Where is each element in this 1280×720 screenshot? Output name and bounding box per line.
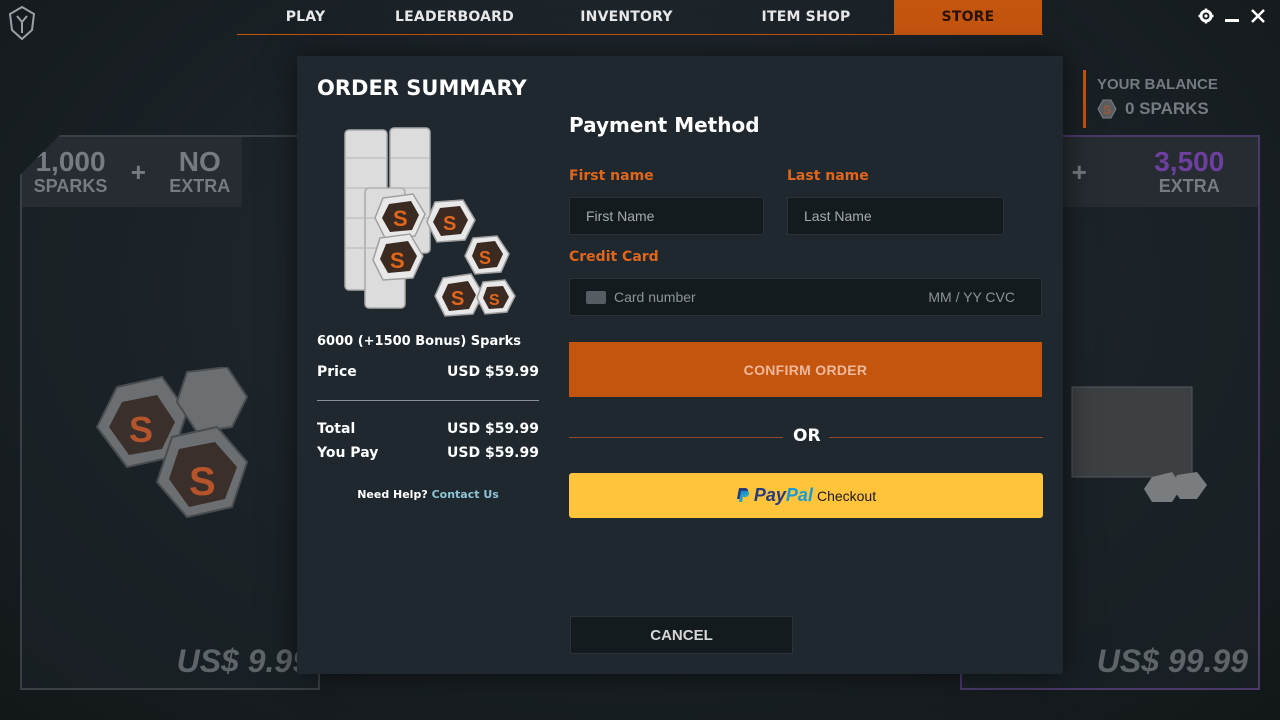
summary-divider [317,400,539,401]
or-divider-right [829,437,1043,438]
card-bonus-unit: EXTRA [1158,175,1220,196]
contact-us-link[interactable]: Contact Us [432,488,499,501]
paypal-icon [736,488,750,502]
minimize-icon[interactable] [1222,6,1242,26]
card-price: US$ 99.99 [1096,643,1248,679]
plus-icon: + [130,157,146,187]
svg-text:S: S [451,288,464,310]
nav-item-shop[interactable]: ITEM SHOP [718,0,894,34]
card-price: US$ 9.99 [176,643,310,679]
svg-text:S: S [443,213,456,235]
nav-play[interactable]: PLAY [237,0,374,34]
coin-chest-icon [1071,386,1207,502]
top-navigation: PLAY LEADERBOARD INVENTORY ITEM SHOP STO… [237,0,1043,35]
nav-store[interactable]: STORE [894,0,1042,34]
need-help-label: Need Help? [357,488,428,501]
paypal-checkout-label: Checkout [816,487,877,504]
last-name-label: Last name [787,168,869,184]
sparks-coin-stack-icon: S S S S S S [344,127,516,317]
paypal-wordmark: PayPal [754,485,813,506]
you-pay-label: You Pay [317,445,379,461]
you-pay-row: You Pay USD $59.99 [317,445,539,461]
spark-coin-icon: S [1097,99,1117,119]
svg-text:S: S [479,248,491,268]
card-number-placeholder[interactable]: Card number [614,289,928,305]
card-unit: SPARKS [33,175,108,196]
price-label: Price [317,364,357,380]
cancel-button[interactable]: CANCEL [570,616,793,654]
paypal-checkout-button[interactable]: PayPal Checkout [569,473,1043,518]
balance-label: YOUR BALANCE [1097,76,1218,93]
svg-text:S: S [1103,103,1111,117]
nav-inventory[interactable]: INVENTORY [535,0,718,34]
svg-text:S: S [393,206,408,231]
card-amount: 1,000 [35,145,106,177]
last-name-input[interactable] [787,197,1004,235]
or-label: OR [793,426,821,446]
game-logo-icon [8,5,36,41]
confirm-order-button[interactable]: CONFIRM ORDER [569,342,1042,397]
payment-method-title: Payment Method [569,113,760,137]
paypal-pal-text: Pal [785,485,813,505]
price-value: USD $59.99 [447,364,539,380]
nav-leaderboard[interactable]: LEADERBOARD [374,0,535,34]
credit-card-icon [586,290,606,304]
you-pay-value: USD $59.99 [447,445,539,461]
card-amount-panel: 1,000 SPARKS + NO EXTRA [22,137,242,207]
gear-icon[interactable] [1196,6,1216,26]
total-value: USD $59.99 [447,421,539,437]
plus-icon: + [1071,157,1087,187]
svg-text:S: S [489,292,500,309]
svg-text:S: S [129,409,153,450]
help-text: Need Help? Contact Us [317,488,539,501]
window-controls [1196,6,1268,26]
card-number-field[interactable]: Card number MM / YY CVC [569,278,1042,316]
order-summary-title: ORDER SUMMARY [317,76,527,100]
close-icon[interactable] [1248,6,1268,26]
svg-text:S: S [390,248,405,273]
card-bonus-unit: EXTRA [169,175,231,196]
svg-text:S: S [189,460,216,504]
card-amount-panel: + 3,500 EXTRA [1038,137,1258,207]
card-bonus: NO [178,145,221,177]
credit-card-label: Credit Card [569,249,659,265]
price-row: Price USD $59.99 [317,364,539,380]
balance-value: S 0 SPARKS [1097,99,1233,119]
product-name: 6000 (+1500 Bonus) Sparks [317,334,522,349]
expiry-cvc-placeholder[interactable]: MM / YY CVC [928,289,1015,305]
balance-panel: YOUR BALANCE S 0 SPARKS [1083,70,1233,128]
or-divider-left [569,437,783,438]
balance-amount: 0 SPARKS [1125,99,1209,118]
card-bonus: 3,500 [1154,145,1225,177]
store-card-1000[interactable]: 1,000 SPARKS + NO EXTRA S S US$ 9.99 [20,135,320,690]
first-name-label: First name [569,168,654,184]
total-row: Total USD $59.99 [317,421,539,437]
first-name-input[interactable] [569,197,764,235]
paypal-pay-text: Pay [753,485,786,505]
coin-pile-small-icon: S S [95,367,249,519]
total-label: Total [317,421,356,437]
order-modal: ORDER SUMMARY S S S S S S 6000 (+1500 Bo… [297,56,1063,674]
